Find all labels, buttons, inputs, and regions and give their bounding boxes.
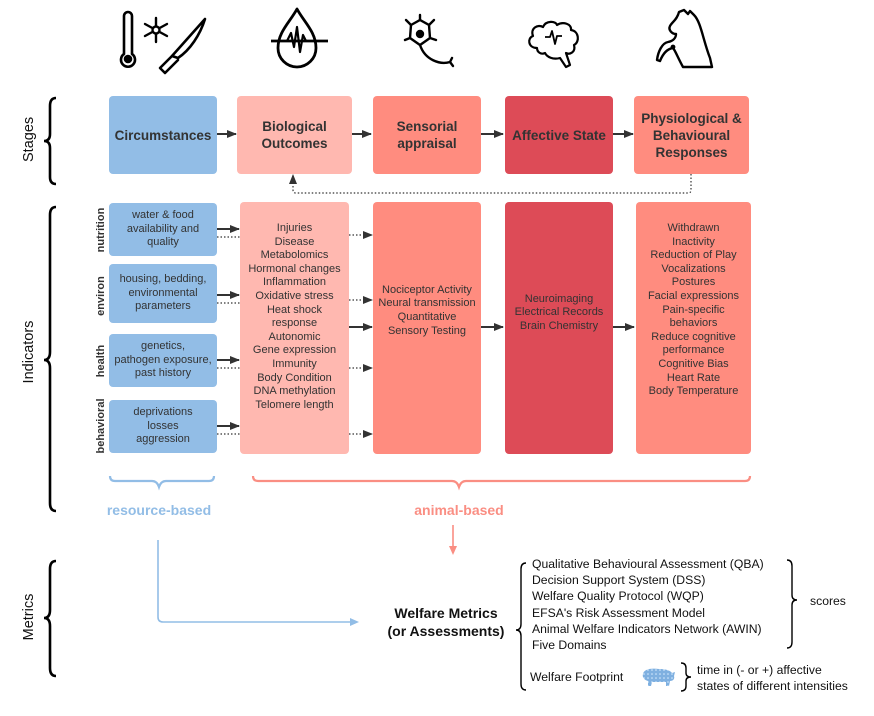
stages-brace — [43, 96, 57, 186]
footprint-brace — [680, 662, 692, 692]
resource-health[interactable]: genetics, pathogen exposure, past histor… — [109, 334, 217, 387]
indicators-biological[interactable]: Injuries Disease Metabolomics Hormonal c… — [240, 202, 349, 454]
indicator-list: Withdrawn Inactivity Reduction of Play V… — [647, 222, 740, 398]
resource-text: water & food availability and quality — [126, 209, 200, 249]
animal-based-arrowhead — [449, 546, 457, 555]
stage-title: Biological Outcomes — [261, 119, 328, 151]
animal-based-label: animal-based — [414, 502, 504, 518]
animal-based-brace — [251, 475, 752, 491]
resource-behavioral[interactable]: deprivations losses aggression — [109, 400, 217, 453]
resource-text: genetics, pathogen exposure, past histor… — [114, 340, 212, 380]
metric-item: Decision Support System (DSS) — [532, 573, 706, 588]
indicator-list: Nociceptor Activity Neural transmission … — [378, 283, 476, 337]
indicators-affective[interactable]: Neuroimaging Electrical Records Brain Ch… — [505, 202, 613, 454]
resource-environ[interactable]: housing, bedding, environmental paramete… — [109, 264, 217, 323]
metric-item: EFSA's Risk Assessment Model — [532, 605, 706, 620]
feedback-dotted-arrow — [289, 174, 692, 194]
stage-circumstances[interactable]: Circumstances — [109, 96, 217, 174]
metric-item: Animal Welfare Indicators Network (AWIN) — [532, 621, 762, 636]
welfare-metrics-title-line1: Welfare Metrics — [394, 605, 498, 621]
welfare-footprint-label: Welfare Footprint — [530, 670, 624, 684]
metrics-brace — [43, 559, 57, 678]
resource-based-connector — [157, 540, 350, 623]
metric-item: Welfare Quality Protocol (WQP) — [532, 589, 704, 604]
metric-item: Five Domains — [532, 638, 607, 653]
indicator-list: Neuroimaging Electrical Records Brain Ch… — [514, 292, 604, 332]
stage-title: Circumstances — [114, 127, 212, 143]
metric-item: Qualitative Behavioural Assessment (QBA) — [532, 557, 764, 571]
scores-brace — [786, 559, 798, 649]
scores-label: scores — [810, 594, 846, 608]
stage-responses[interactable]: Physiological & Behavioural Responses — [634, 96, 749, 174]
indicators-responses[interactable]: Withdrawn Inactivity Reduction of Play V… — [636, 202, 751, 454]
footprint-description-line2: states of different intensities — [697, 679, 848, 694]
resource-nutrition[interactable]: water & food availability and quality — [109, 203, 217, 256]
pig-icon — [642, 668, 675, 686]
stage-biological-outcomes[interactable]: Biological Outcomes — [237, 96, 352, 174]
category-label-environ: environ — [95, 276, 107, 316]
stage-title: Physiological & Behavioural Responses — [641, 110, 742, 160]
footprint-description: time in (- or +) affective states of dif… — [697, 662, 848, 694]
resource-based-label: resource-based — [106, 502, 212, 518]
stage-title: Sensorial appraisal — [396, 119, 458, 151]
welfare-metrics-title-line2: (or Assessments) — [387, 623, 505, 639]
stage-title: Affective State — [512, 127, 606, 143]
stage-affective-state[interactable]: Affective State — [505, 96, 613, 174]
welfare-metrics-title: Welfare Metrics (or Assessments) — [372, 604, 520, 640]
category-label-nutrition: nutrition — [95, 207, 107, 253]
stage-sensorial-appraisal[interactable]: Sensorial appraisal — [373, 96, 481, 174]
footprint-description-line1: time in (- or +) affective — [697, 663, 822, 677]
indicators-brace — [43, 205, 57, 513]
indicators-sensorial[interactable]: Nociceptor Activity Neural transmission … — [373, 202, 481, 454]
resource-text: housing, bedding, environmental paramete… — [119, 273, 207, 313]
biological-to-sensorial-arrows — [349, 231, 373, 438]
indicator-list: Injuries Disease Metabolomics Hormonal c… — [248, 222, 341, 411]
category-label-health: health — [95, 344, 107, 378]
resource-based-brace — [108, 475, 216, 491]
metrics-list: Qualitative Behavioural Assessment (QBA)… — [532, 556, 764, 653]
resource-based-arrowhead — [350, 618, 359, 626]
resource-to-biological-arrows — [217, 225, 240, 435]
resource-text: deprivations losses aggression — [133, 406, 193, 446]
category-label-behavioral: behavioral — [95, 398, 107, 454]
